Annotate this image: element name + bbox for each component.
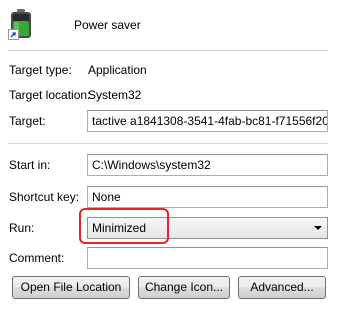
shortcut-key-field[interactable]: None xyxy=(87,186,328,208)
shortcut-icon xyxy=(8,8,34,40)
shortcut-key-label: Shortcut key: xyxy=(9,190,80,204)
divider xyxy=(8,50,328,52)
advanced-button[interactable]: Advanced... xyxy=(238,276,326,299)
start-in-label: Start in: xyxy=(9,158,51,172)
target-type-label: Target type: xyxy=(9,63,72,77)
comment-field[interactable] xyxy=(87,247,328,269)
open-file-location-button[interactable]: Open File Location xyxy=(12,276,130,299)
comment-label: Comment: xyxy=(9,251,65,265)
target-location-value: System32 xyxy=(88,88,142,102)
target-type-value: Application xyxy=(88,63,147,77)
highlight-annotation xyxy=(79,208,169,244)
target-label: Target: xyxy=(9,114,46,128)
chevron-down-icon xyxy=(314,226,322,230)
start-in-field[interactable]: C:\Windows\system32 xyxy=(87,154,328,176)
shortcut-arrow-icon xyxy=(8,29,19,40)
target-location-label: Target location: xyxy=(9,88,91,102)
divider xyxy=(8,143,328,145)
change-icon-button[interactable]: Change Icon... xyxy=(138,276,230,299)
shortcut-name: Power saver xyxy=(74,18,141,32)
run-label: Run: xyxy=(9,221,35,235)
target-field[interactable]: tactive a1841308-3541-4fab-bc81-f71556f2… xyxy=(87,110,328,132)
